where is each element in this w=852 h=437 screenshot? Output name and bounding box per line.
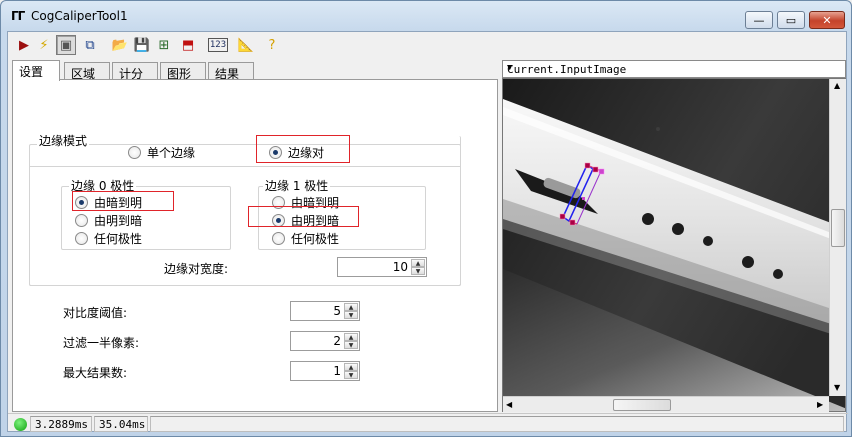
close-button[interactable]: ✕ xyxy=(809,11,845,29)
toolbar: ▶ ⚡ ▣ ⧉ 📂 💾 ⊞ ⬒ 123 📐? xyxy=(8,32,848,58)
close-icon: ✕ xyxy=(822,13,832,27)
radio-single-edge[interactable]: 单个边缘 xyxy=(128,144,195,161)
client-area: ▶ ⚡ ▣ ⧉ 📂 💾 ⊞ ⬒ 123 📐? 设置 区域 计分 图形 结果 边缘模式 单个边缘 边缘对 边… xyxy=(7,31,848,433)
run-icon[interactable]: ▶ xyxy=(14,35,34,55)
filter-half-pixels-value: 2 xyxy=(333,334,341,348)
contrast-threshold-label: 对比度阈值: xyxy=(63,306,128,320)
maximize-icon: ▭ xyxy=(785,13,797,27)
filter-half-pixels-label: 过滤一半像素: xyxy=(63,336,140,350)
edge1-option-2[interactable]: 任何极性 xyxy=(272,230,339,247)
spin-down-icon[interactable]: ▼ xyxy=(344,311,358,319)
status-led-icon xyxy=(14,418,27,431)
filter-half-pixels-spinner[interactable]: 2 ▲ ▼ xyxy=(290,331,360,351)
edge-pair-width-spinner[interactable]: 10 ▲ ▼ xyxy=(337,257,427,277)
tab-0[interactable]: 设置 xyxy=(12,60,60,81)
inspection-image[interactable] xyxy=(503,79,846,412)
numeric-123-icon[interactable]: 123 xyxy=(208,38,228,52)
max-results-label: 最大结果数: xyxy=(63,366,128,380)
edge0-option-2[interactable]: 任何极性 xyxy=(75,230,142,247)
vertical-scrollbar[interactable]: ▲ ▼ xyxy=(829,79,846,396)
vertical-scroll-thumb[interactable] xyxy=(831,209,845,247)
help-icon[interactable]: ? xyxy=(262,35,282,55)
edge-pair-width-label: 边缘对宽度: xyxy=(164,262,229,276)
minimize-button[interactable]: — xyxy=(745,11,773,29)
electric-icon[interactable]: ⚡ xyxy=(34,35,54,55)
annotation-box-edge1 xyxy=(248,206,359,227)
spin-up-icon[interactable]: ▲ xyxy=(344,333,358,341)
edge0-radio-1[interactable] xyxy=(75,214,88,227)
horizontal-scroll-thumb[interactable] xyxy=(613,399,671,411)
dropdown-arrow-icon[interactable]: ▼ xyxy=(507,63,843,73)
spin-up-icon[interactable]: ▲ xyxy=(344,303,358,311)
tab-3[interactable]: 图形 xyxy=(160,62,206,81)
spin-up-icon[interactable]: ▲ xyxy=(344,363,358,371)
window-title: CogCaliperTool1 xyxy=(31,9,128,23)
edge1-option-label-2: 任何极性 xyxy=(291,232,340,246)
max-results-spinner[interactable]: 1 ▲ ▼ xyxy=(290,361,360,381)
max-results-value: 1 xyxy=(333,364,341,378)
edge0-radio-2[interactable] xyxy=(75,232,88,245)
status-bar: 3.2889ms 35.04ms xyxy=(8,413,848,433)
single-edge-label: 单个边缘 xyxy=(147,146,196,160)
spin-up-icon[interactable]: ▲ xyxy=(411,259,425,267)
load-image-icon[interactable]: ⬒ xyxy=(178,35,198,55)
save-icon[interactable]: 💾 xyxy=(132,35,152,55)
annotation-box-edge0 xyxy=(72,191,174,211)
scroll-left-icon[interactable]: ◀ xyxy=(506,400,512,409)
live-display-icon[interactable]: ▣ xyxy=(56,35,76,55)
app-icon: ΓΓ xyxy=(11,9,25,23)
spin-down-icon[interactable]: ▼ xyxy=(344,371,358,379)
edge-pair-width-value: 10 xyxy=(392,260,408,274)
edge0-option-label-2: 任何极性 xyxy=(94,232,143,246)
edge1-radio-2[interactable] xyxy=(272,232,285,245)
edge0-option-1[interactable]: 由明到暗 xyxy=(75,212,142,229)
scroll-right-icon[interactable]: ▶ xyxy=(817,400,823,409)
status-empty-field xyxy=(150,416,844,432)
radio-single-edge-dot[interactable] xyxy=(128,146,141,159)
image-viewer[interactable] xyxy=(502,78,846,412)
spin-down-icon[interactable]: ▼ xyxy=(411,267,425,275)
annotation-box-edge-pair xyxy=(256,135,350,163)
image-source-dropdown[interactable]: Current.InputImage ▼ xyxy=(502,60,846,78)
spin-down-icon[interactable]: ▼ xyxy=(344,341,358,349)
minimize-icon: — xyxy=(753,13,765,27)
edge0-option-label-1: 由明到暗 xyxy=(94,214,143,228)
edge-mode-label: 边缘模式 xyxy=(37,132,90,149)
tab-4[interactable]: 结果 xyxy=(208,62,254,81)
maximize-button[interactable]: ▭ xyxy=(777,11,805,29)
title-bar[interactable]: ΓΓ CogCaliperTool1 — ▭ ✕ xyxy=(1,1,851,31)
scroll-down-icon[interactable]: ▼ xyxy=(834,383,840,392)
tab-2[interactable]: 计分 xyxy=(112,62,158,81)
settings-panel: 边缘模式 单个边缘 边缘对 边缘 0 极性 由暗到明 由明到暗 任何极性 边缘 1 … xyxy=(12,79,498,412)
contrast-threshold-spinner[interactable]: 5 ▲ ▼ xyxy=(290,301,360,321)
grid-icon[interactable]: ⊞ xyxy=(154,35,174,55)
open-folder-icon[interactable]: 📂 xyxy=(110,35,130,55)
status-time-2: 35.04ms xyxy=(94,416,148,432)
status-time-1: 3.2889ms xyxy=(30,416,92,432)
scroll-up-icon[interactable]: ▲ xyxy=(834,81,840,90)
edge-mode-divider xyxy=(29,166,461,167)
edge1-polarity-label: 边缘 1 极性 xyxy=(263,177,331,194)
show-graphics-icon[interactable]: ⧉ xyxy=(80,35,100,55)
ruler-icon[interactable]: 📐 xyxy=(236,35,256,55)
horizontal-scrollbar[interactable]: ◀ ▶ xyxy=(503,396,829,412)
contrast-threshold-value: 5 xyxy=(333,304,341,318)
tab-1[interactable]: 区域 xyxy=(64,62,110,81)
caliper-tool-window: ΓΓ CogCaliperTool1 — ▭ ✕ ▶ ⚡ ▣ ⧉ 📂 💾 ⊞ ⬒ 123 📐? 设… xyxy=(0,0,852,437)
